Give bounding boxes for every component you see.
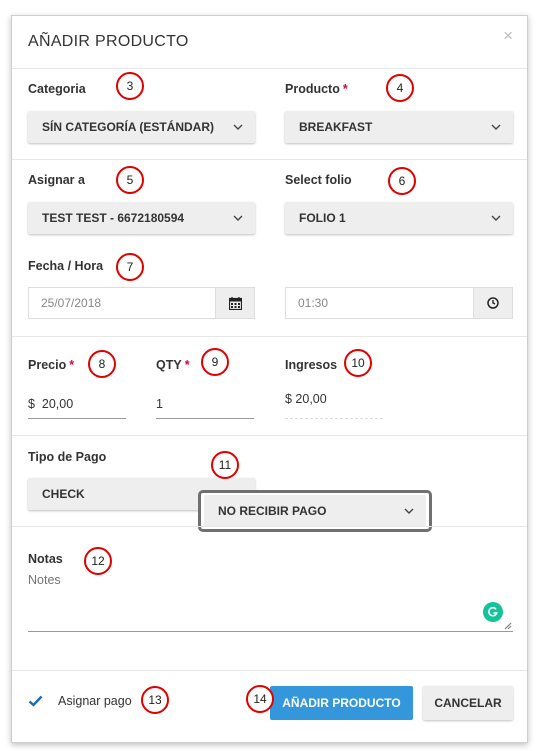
clock-icon[interactable]: [473, 288, 512, 318]
chevron-down-icon: [233, 124, 243, 130]
chevron-down-icon: [404, 508, 414, 514]
ingresos-value: $ 20,00: [285, 392, 383, 419]
calendar-icon[interactable]: [215, 288, 254, 318]
chevron-down-icon: [491, 215, 501, 221]
producto-select[interactable]: BREAKFAST: [285, 111, 513, 143]
add-product-button[interactable]: AÑADIR PRODUCTO: [270, 686, 413, 720]
qty-label: QTY *: [156, 358, 190, 372]
qty-input[interactable]: 1: [156, 392, 254, 419]
producto-label: Producto *: [285, 82, 348, 96]
required-mark: *: [342, 82, 348, 96]
folio-value: FOLIO 1: [299, 211, 346, 225]
asignar-value: TEST TEST - 6672180594: [42, 211, 185, 225]
tipo-pago-label: Tipo de Pago: [28, 450, 107, 464]
categoria-value: SÍN CATEGORÍA (ESTÁNDAR): [42, 120, 214, 134]
resize-handle-icon[interactable]: [504, 622, 512, 630]
footer-divider: [12, 670, 527, 671]
checkmark-icon[interactable]: [28, 695, 43, 707]
producto-value: BREAKFAST: [299, 120, 373, 134]
date-input[interactable]: 25/07/2018: [28, 287, 255, 319]
close-icon[interactable]: ×: [503, 26, 513, 46]
no-pay-option-select[interactable]: NO RECIBIR PAGO: [204, 495, 426, 527]
no-pay-option-value: NO RECIBIR PAGO: [218, 504, 327, 518]
time-value: 01:30: [298, 296, 329, 310]
annotation-badge: 12: [84, 547, 112, 575]
required-mark: *: [184, 358, 190, 372]
cancel-button[interactable]: CANCELAR: [423, 686, 513, 720]
annotation-badge: 4: [386, 74, 414, 102]
precio-label: Precio *: [28, 358, 75, 372]
folio-select[interactable]: FOLIO 1: [285, 202, 513, 234]
section-divider: [12, 336, 527, 337]
section-divider: [12, 435, 527, 436]
categoria-label: Categoria: [28, 82, 86, 96]
modal-title: AÑADIR PRODUCTO: [28, 33, 189, 50]
notes-textarea[interactable]: [28, 573, 513, 632]
header-divider: [12, 68, 527, 69]
chevron-down-icon: [491, 124, 501, 130]
annotation-badge: 13: [141, 686, 169, 714]
annotation-badge: 7: [116, 253, 144, 281]
annotation-badge: 11: [211, 451, 239, 479]
notas-label: Notas: [28, 552, 63, 566]
required-mark: *: [69, 358, 75, 372]
time-input[interactable]: 01:30: [285, 287, 513, 319]
annotation-badge: 3: [116, 72, 144, 100]
section-divider: [12, 526, 527, 527]
date-value: 25/07/2018: [41, 296, 102, 310]
qty-value: 1: [156, 397, 163, 411]
tipo-pago-value: CHECK: [42, 487, 85, 501]
annotation-badge: 9: [201, 348, 229, 376]
asignar-label: Asignar a: [28, 173, 85, 187]
currency-symbol: $: [28, 397, 35, 411]
fecha-label: Fecha / Hora: [28, 259, 104, 273]
annotation-badge: 8: [88, 350, 116, 378]
precio-value: 20,00: [41, 397, 74, 411]
annotation-badge: 10: [344, 349, 372, 377]
annotation-badge: 5: [116, 166, 144, 194]
grammarly-icon[interactable]: [483, 602, 503, 622]
asignar-select[interactable]: TEST TEST - 6672180594: [28, 202, 255, 234]
annotation-badge: 14: [246, 685, 274, 713]
precio-input[interactable]: $ 20,00: [28, 392, 126, 419]
asignar-pago-label[interactable]: Asignar pago: [58, 694, 132, 708]
section-divider: [12, 159, 527, 160]
chevron-down-icon: [233, 215, 243, 221]
categoria-select[interactable]: SÍN CATEGORÍA (ESTÁNDAR): [28, 111, 255, 143]
ingresos-label: Ingresos: [285, 358, 338, 372]
annotation-badge: 6: [388, 167, 416, 195]
folio-label: Select folio: [285, 173, 352, 187]
add-product-modal: AÑADIR PRODUCTO × Categoria SÍN CATEGORÍ…: [11, 15, 528, 743]
